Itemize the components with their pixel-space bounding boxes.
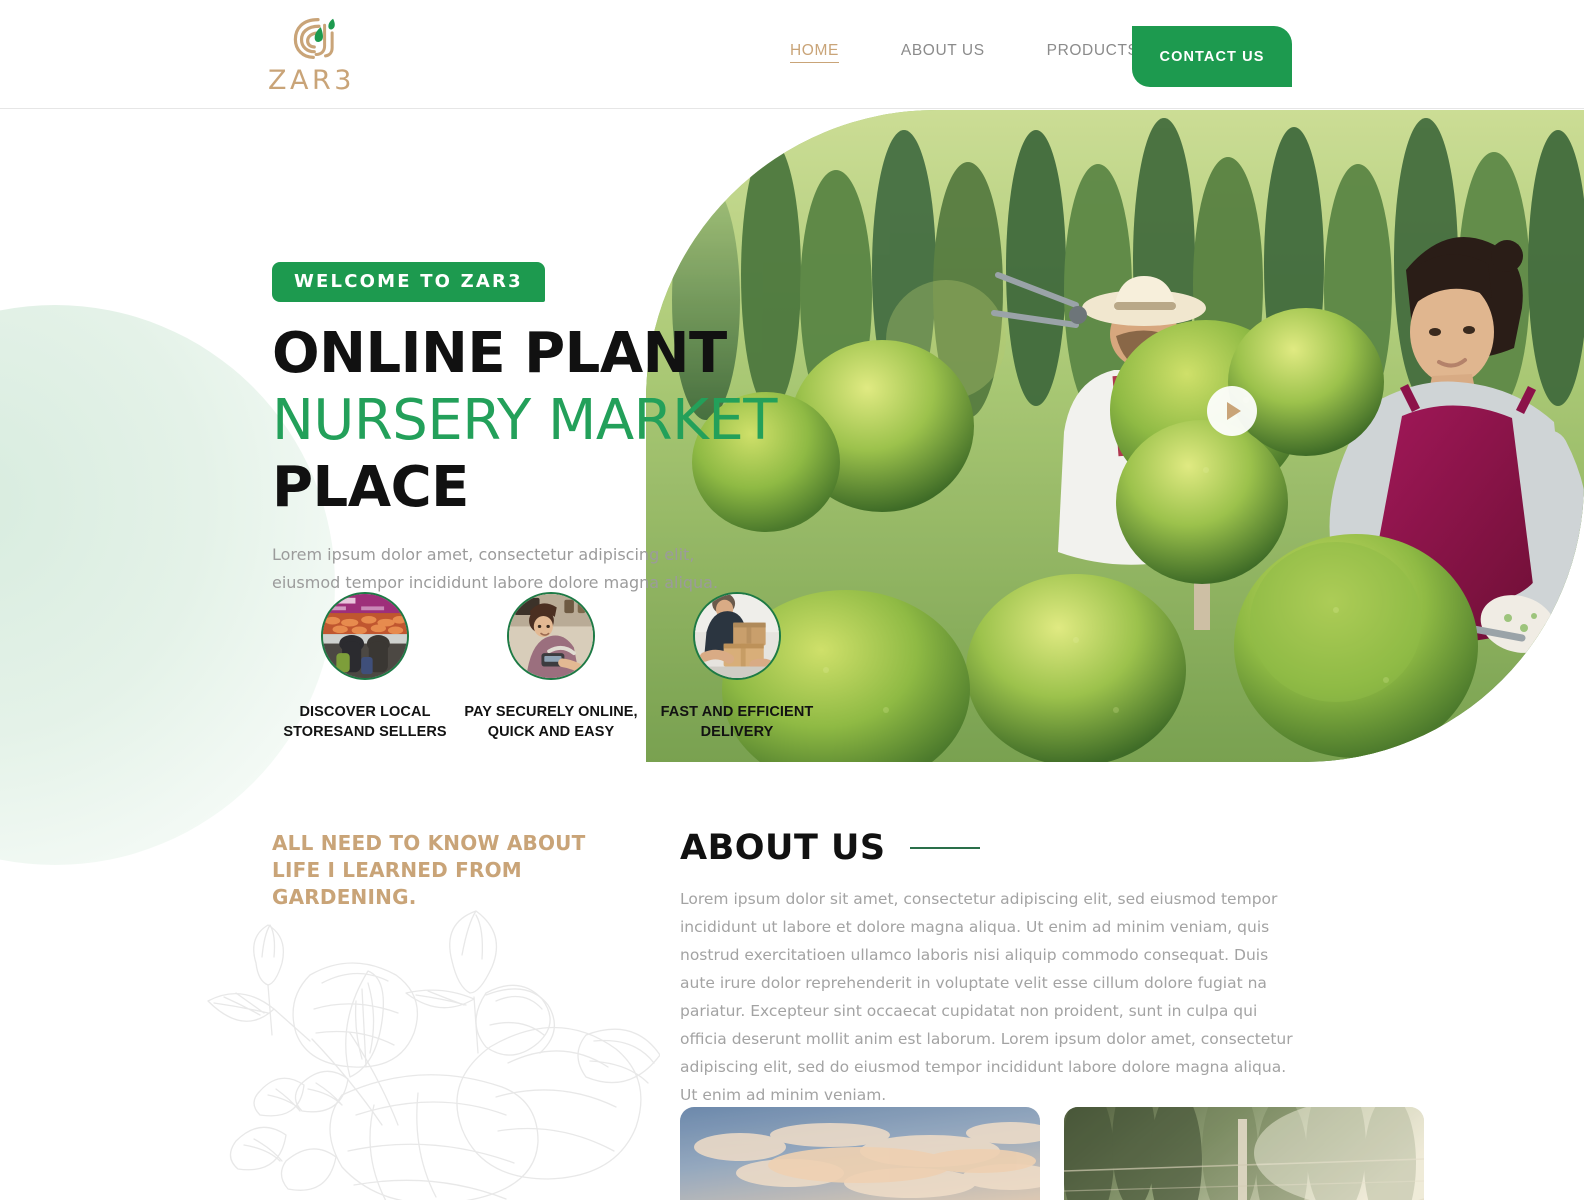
hero-title-line-3: PLACE — [272, 455, 469, 520]
about-tagline: ALL NEED TO KNOW ABOUT LIFE I LEARNED FR… — [272, 831, 586, 909]
hero-title-line-2: NURSERY MARKET — [272, 388, 777, 453]
nav-item-about-us[interactable]: ABOUT US — [901, 42, 985, 60]
feature-label: PAY SECURELY ONLINE, QUICK AND EASY — [464, 704, 638, 740]
about-image-gallery — [680, 1107, 1424, 1200]
about-heading-row: ABOUT US — [680, 828, 980, 868]
floral-line-art-icon — [190, 905, 660, 1200]
play-icon — [1227, 402, 1241, 420]
delivery-photo-art — [695, 594, 779, 678]
feature-item-fast-delivery[interactable]: FAST AND EFFICIENT DELIVERY — [644, 592, 830, 742]
nav-item-home[interactable]: HOME — [790, 42, 839, 63]
nav-link-home[interactable]: HOME — [790, 42, 839, 63]
feature-label: DISCOVER LOCAL STORESAND SELLERS — [283, 704, 447, 740]
feature-item-pay-securely-online[interactable]: PAY SECURELY ONLINE, QUICK AND EASY — [458, 592, 644, 742]
brand-name: ZAR3 — [268, 65, 355, 96]
landing-page: ZAR3 HOME ABOUT US PRODUCTS CONTACT US W… — [0, 0, 1584, 1200]
feature-item-discover-local-stores[interactable]: DISCOVER LOCAL STORESAND SELLERS — [272, 592, 458, 742]
about-body-text: Lorem ipsum dolor sit amet, consectetur … — [680, 890, 1293, 1104]
market-photo-art — [323, 594, 407, 678]
hero-title-line-1: ONLINE PLANT — [272, 321, 727, 386]
brand-logo[interactable]: ZAR3 — [268, 14, 388, 96]
site-header: ZAR3 HOME ABOUT US PRODUCTS CONTACT US — [0, 0, 1584, 109]
nav-item-products[interactable]: PRODUCTS — [1047, 42, 1139, 60]
floral-decoration-art — [207, 910, 660, 1200]
payment-photo-art — [509, 594, 593, 678]
hero-subtitle: Lorem ipsum dolor amet, consectetur adip… — [272, 545, 719, 592]
about-image-sky[interactable] — [680, 1107, 1040, 1200]
about-image-forest[interactable] — [1064, 1107, 1424, 1200]
feature-image-market — [321, 592, 409, 680]
welcome-badge: WELCOME TO ZAR3 — [272, 262, 545, 302]
forest-photo-art — [1064, 1107, 1424, 1200]
contact-us-button[interactable]: CONTACT US — [1132, 26, 1292, 87]
about-title: ABOUT US — [680, 828, 886, 868]
nav-link-products[interactable]: PRODUCTS — [1047, 42, 1139, 59]
nav-link-about-us[interactable]: ABOUT US — [901, 42, 985, 59]
feature-label: FAST AND EFFICIENT DELIVERY — [660, 704, 814, 740]
about-divider-line — [909, 847, 980, 849]
feature-image-delivery — [693, 592, 781, 680]
hero-text-block: WELCOME TO ZAR3 ONLINE PLANT NURSERY MAR… — [272, 262, 777, 597]
page-title: ONLINE PLANT NURSERY MARKET PLACE — [272, 320, 777, 521]
leaf-spiral-logo-icon — [293, 18, 335, 59]
play-video-button[interactable] — [1207, 386, 1257, 436]
feature-list: DISCOVER LOCAL STORESAND SELLERS PAY SEC… — [272, 592, 830, 742]
sky-photo-art — [680, 1107, 1040, 1200]
feature-image-payment — [507, 592, 595, 680]
